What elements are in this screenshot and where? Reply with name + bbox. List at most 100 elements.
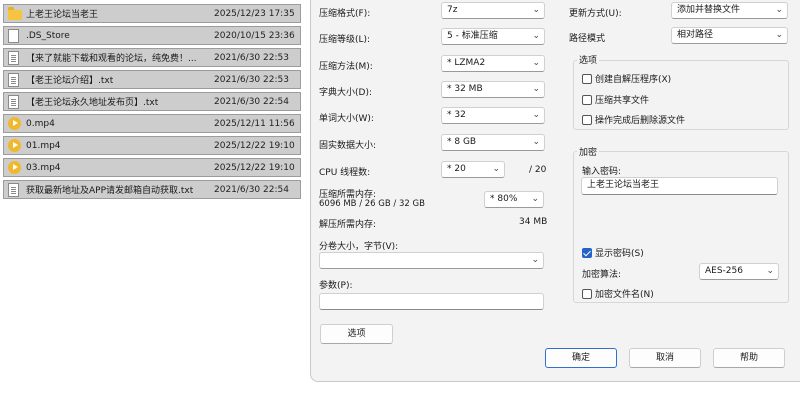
chevron-down-icon: ⌄ <box>532 137 540 147</box>
memory-usage-value: * 80% <box>490 194 518 204</box>
compression-method-label: 压缩方法(M): <box>319 62 373 72</box>
archive-format-value: 7z <box>447 5 458 15</box>
dictionary-size-value: * 32 MB <box>447 84 483 94</box>
create-sfx-checkbox[interactable]: 创建自解压程序(X) <box>582 72 671 85</box>
parameters-input[interactable] <box>319 293 544 310</box>
file-name: 【老王论坛永久地址发布页】.txt <box>26 98 159 108</box>
chevron-down-icon: ⌄ <box>492 164 500 174</box>
path-mode-value: 相对路径 <box>677 30 714 40</box>
ok-button[interactable]: 确定 <box>545 348 617 368</box>
update-mode-value: 添加并替换文件 <box>677 5 741 15</box>
solid-block-size-value: * 8 GB <box>447 137 477 147</box>
text-file-icon <box>8 72 19 87</box>
list-item[interactable]: 上老王论坛当老王 2025/12/23 17:35 <box>3 4 301 23</box>
list-item[interactable]: 01.mp4 2025/12/22 19:10 <box>3 136 301 155</box>
encryption-method-value: AES-256 <box>705 266 743 276</box>
path-mode-select[interactable]: 相对路径 ⌄ <box>671 27 788 44</box>
parameters-label: 参数(P): <box>319 281 353 291</box>
file-date: 2025/12/23 17:35 <box>214 8 295 19</box>
compression-method-value: * LZMA2 <box>447 58 486 68</box>
file-name: 获取最新地址及APP请发邮箱自动获取.txt <box>26 186 194 196</box>
document-icon <box>8 28 19 43</box>
file-date: 2021/6/30 22:53 <box>214 52 289 63</box>
encrypt-names-checkbox[interactable]: 加密文件名(N) <box>582 287 654 300</box>
chevron-down-icon: ⌄ <box>532 110 540 120</box>
show-password-label: 显示密码(S) <box>595 249 644 259</box>
list-item[interactable]: 0.mp4 2025/12/11 11:56 <box>3 114 301 133</box>
compress-shared-checkbox[interactable]: 压缩共享文件 <box>582 93 649 106</box>
options-button[interactable]: 选项 <box>320 324 393 344</box>
archive-format-select[interactable]: 7z ⌄ <box>441 2 545 19</box>
compression-method-select[interactable]: * LZMA2 ⌄ <box>441 55 545 72</box>
update-mode-select[interactable]: 添加并替换文件 ⌄ <box>671 2 788 19</box>
file-name: 0.mp4 <box>26 118 55 129</box>
cpu-threads-value: * 20 <box>447 164 466 174</box>
file-date: 2020/10/15 23:36 <box>214 30 295 41</box>
list-item[interactable]: 03.mp4 2025/12/22 19:10 <box>3 158 301 177</box>
compression-level-value: 5 - 标准压缩 <box>447 31 498 41</box>
chevron-down-icon: ⌄ <box>775 5 783 15</box>
solid-block-size-label: 固实数据大小: <box>319 141 377 151</box>
video-file-icon <box>8 139 21 152</box>
file-date: 2021/6/30 22:54 <box>214 184 289 195</box>
chevron-down-icon: ⌄ <box>531 255 539 265</box>
decompress-memory-value: 34 MB <box>519 217 548 227</box>
add-to-archive-dialog: 压缩格式(F): 7z ⌄ 压缩等级(L): 5 - 标准压缩 ⌄ 压缩方法(M… <box>310 0 800 382</box>
cpu-threads-select[interactable]: * 20 ⌄ <box>441 161 505 178</box>
password-input[interactable]: 上老王论坛当老王 <box>581 177 778 195</box>
word-size-select[interactable]: * 32 ⌄ <box>441 107 545 124</box>
memory-usage-select[interactable]: * 80% ⌄ <box>484 191 544 208</box>
split-volume-label: 分卷大小，字节(V): <box>319 242 399 252</box>
text-file-icon <box>8 50 19 65</box>
list-item[interactable]: 【来了就能下载和观看的论坛，纯免费！... 2021/6/30 22:53 <box>3 48 301 67</box>
chevron-down-icon: ⌄ <box>766 266 774 276</box>
show-password-checkbox[interactable]: 显示密码(S) <box>582 246 644 259</box>
file-date: 2021/6/30 22:53 <box>214 74 289 85</box>
delete-after-checkbox[interactable]: 操作完成后删除源文件 <box>582 113 685 126</box>
text-file-icon <box>8 182 19 197</box>
cpu-threads-max: / 20 <box>529 165 547 175</box>
help-button[interactable]: 帮助 <box>713 348 785 368</box>
cpu-threads-label: CPU 线程数: <box>319 168 371 178</box>
file-name: 上老王论坛当老王 <box>26 10 99 20</box>
file-list: 上老王论坛当老王 2025/12/23 17:35 .DS_Store 2020… <box>0 0 304 394</box>
file-name: 【老王论坛介绍】.txt <box>26 76 114 86</box>
checkbox-icon <box>582 288 592 299</box>
file-date: 2025/12/22 19:10 <box>214 162 295 173</box>
chevron-down-icon: ⌄ <box>532 84 540 94</box>
archive-format-label: 压缩格式(F): <box>319 9 371 19</box>
file-date: 2025/12/11 11:56 <box>214 118 295 129</box>
checkbox-icon <box>582 94 592 105</box>
delete-after-label: 操作完成后删除源文件 <box>595 116 686 126</box>
compression-level-select[interactable]: 5 - 标准压缩 ⌄ <box>441 28 545 45</box>
create-sfx-label: 创建自解压程序(X) <box>595 75 672 85</box>
encrypt-names-label: 加密文件名(N) <box>595 290 654 300</box>
text-file-icon <box>8 94 19 109</box>
list-item[interactable]: .DS_Store 2020/10/15 23:36 <box>3 26 301 45</box>
dictionary-size-select[interactable]: * 32 MB ⌄ <box>441 81 545 98</box>
folder-icon <box>8 6 22 20</box>
file-date: 2021/6/30 22:54 <box>214 96 289 107</box>
checkbox-icon <box>582 73 592 84</box>
options-group-title: 选项 <box>577 53 600 66</box>
chevron-down-icon: ⌄ <box>532 5 540 15</box>
compress-memory-detail: 6096 MB / 26 GB / 32 GB <box>319 199 425 209</box>
word-size-label: 单词大小(W): <box>319 114 374 124</box>
file-name: 01.mp4 <box>26 140 61 151</box>
dictionary-size-label: 字典大小(D): <box>319 88 372 98</box>
compress-shared-label: 压缩共享文件 <box>595 96 650 106</box>
file-name: .DS_Store <box>26 30 70 41</box>
list-item[interactable]: 获取最新地址及APP请发邮箱自动获取.txt 2021/6/30 22:54 <box>3 180 301 199</box>
checkbox-checked-icon <box>582 247 592 258</box>
cancel-button[interactable]: 取消 <box>629 348 701 368</box>
split-volume-select[interactable]: ⌄ <box>319 252 544 269</box>
encryption-group-title: 加密 <box>577 145 600 158</box>
encryption-method-select[interactable]: AES-256 ⌄ <box>699 263 779 280</box>
solid-block-size-select[interactable]: * 8 GB ⌄ <box>441 134 545 151</box>
list-item[interactable]: 【老王论坛永久地址发布页】.txt 2021/6/30 22:54 <box>3 92 301 111</box>
decompress-memory-label: 解压所需内存: <box>319 220 377 230</box>
list-item[interactable]: 【老王论坛介绍】.txt 2021/6/30 22:53 <box>3 70 301 89</box>
chevron-down-icon: ⌄ <box>775 30 783 40</box>
compression-level-label: 压缩等级(L): <box>319 35 371 45</box>
checkbox-icon <box>582 114 592 125</box>
